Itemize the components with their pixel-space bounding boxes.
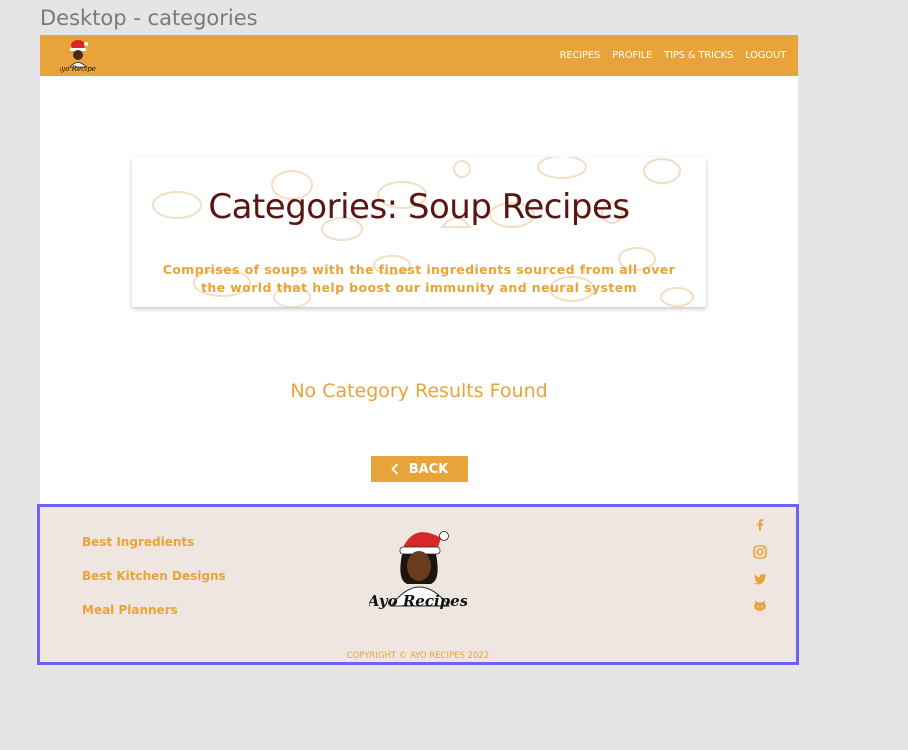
navbar: Ayo Recipes RECIPES PROFILE TIPS & TRICK…	[40, 35, 798, 76]
nav-links: RECIPES PROFILE TIPS & TRICKS LOGOUT	[560, 35, 787, 76]
footer-link-best-ingredients[interactable]: Best Ingredients	[82, 535, 226, 550]
nav-link-recipes[interactable]: RECIPES	[560, 50, 601, 61]
nav-link-logout[interactable]: LOGOUT	[745, 50, 786, 61]
facebook-icon[interactable]	[752, 517, 768, 533]
chevron-left-icon	[390, 463, 398, 475]
footer-links: Best Ingredients Best Kitchen Designs Me…	[82, 535, 226, 618]
twitter-icon[interactable]	[752, 571, 768, 587]
empty-results-message: No Category Results Found	[290, 380, 548, 402]
instagram-icon[interactable]	[752, 544, 768, 560]
back-button-label: BACK	[408, 461, 449, 477]
footer-logo: Ayo Recipes	[369, 531, 467, 610]
footer: Best Ingredients Best Kitchen Designs Me…	[37, 504, 799, 665]
category-title: Categories: Soup Recipes	[208, 187, 630, 227]
back-button[interactable]: BACK	[371, 456, 468, 482]
logo-text: Ayo Recipes	[60, 65, 96, 73]
social-links	[752, 517, 768, 614]
frame-label: Desktop - categories	[40, 6, 258, 30]
github-icon[interactable]	[752, 598, 768, 614]
category-description: Comprises of soups with the finest ingre…	[162, 262, 676, 295]
copyright: COPYRIGHT © AYO RECIPES 2022	[346, 651, 490, 661]
nav-link-profile[interactable]: PROFILE	[612, 50, 652, 61]
logo[interactable]: Ayo Recipes	[60, 39, 96, 73]
nav-link-tips-tricks[interactable]: TIPS & TRICKS	[664, 50, 733, 61]
footer-link-best-kitchen-designs[interactable]: Best Kitchen Designs	[82, 569, 226, 584]
category-hero-card: Categories: Soup Recipes Comprises of so…	[132, 157, 706, 307]
footer-logo-text: Ayo Recipes	[369, 592, 467, 610]
footer-link-meal-planners[interactable]: Meal Planners	[82, 603, 226, 618]
